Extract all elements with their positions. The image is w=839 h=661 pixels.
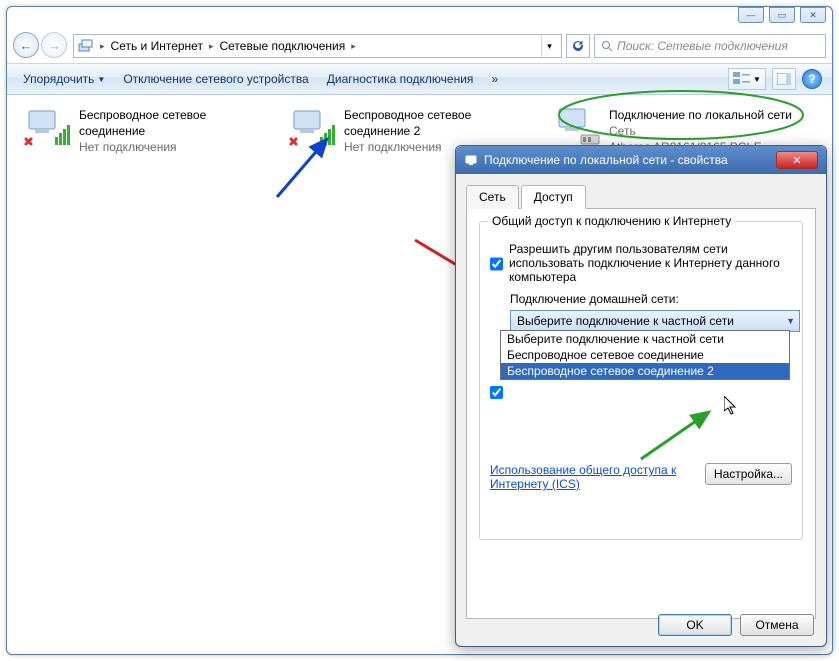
connection-item[interactable]: Беспроводное сетевое соединение Нет подк… (19, 103, 274, 176)
allow-sharing-label: Разрешить другим пользователям сети испо… (509, 242, 792, 284)
tab-sharing[interactable]: Доступ (521, 185, 586, 209)
sharing-group: Общий доступ к подключению к Интернету Р… (479, 221, 803, 540)
dialog-titlebar: Подключение по локальной сети - свойства… (456, 146, 826, 174)
forward-button[interactable]: → (41, 32, 67, 58)
minimize-button[interactable]: — (738, 7, 764, 23)
dialog-title: Подключение по локальной сети - свойства (484, 153, 728, 167)
chevron-down-icon: ▼ (786, 316, 795, 326)
settings-button[interactable]: Настройка... (705, 463, 792, 485)
nav-buttons: ← → (13, 32, 69, 60)
chevron-right-icon: ▸ (98, 41, 107, 52)
combo-dropdown: Выберите подключение к частной сети Бесп… (500, 330, 790, 380)
home-connection-combo[interactable]: Выберите подключение к частной сети ▼ (510, 310, 800, 332)
maximize-button[interactable]: ▭ (769, 7, 795, 23)
allow-sharing-checkbox[interactable] (490, 244, 503, 284)
combo-option[interactable]: Беспроводное сетевое соединение (501, 347, 789, 363)
allow-control-checkbox[interactable] (490, 386, 503, 399)
home-connection-label: Подключение домашней сети: (510, 292, 792, 306)
nav-bar: ← → ▸ Сеть и Интернет ▸ Сетевые подключе… (7, 29, 832, 63)
ics-help-link[interactable]: Использование общего доступа к Интернету… (490, 463, 690, 491)
tab-network[interactable]: Сеть (466, 185, 519, 209)
wifi-disconnected-icon (23, 107, 71, 147)
toolbar-overflow[interactable]: » (485, 68, 504, 90)
search-input[interactable]: Поиск: Сетевые подключения (594, 34, 826, 58)
refresh-button[interactable] (566, 34, 590, 58)
breadcrumb-dropdown[interactable]: ▾ (541, 35, 557, 57)
group-title: Общий доступ к подключению к Интернету (488, 214, 735, 228)
properties-dialog: Подключение по локальной сети - свойства… (455, 145, 827, 647)
connection-name: Беспроводное сетевое соединение 2 (344, 107, 535, 139)
network-icon (464, 153, 478, 167)
location-icon (78, 38, 94, 54)
dialog-close-button[interactable]: ✕ (776, 151, 818, 169)
diagnose-button[interactable]: Диагностика подключения (321, 68, 480, 90)
back-button[interactable]: ← (13, 32, 39, 58)
cancel-button[interactable]: Отмена (740, 614, 814, 636)
annotation-arrow-green (631, 404, 721, 464)
chevron-right-icon: ▸ (207, 41, 216, 52)
preview-pane-button[interactable] (772, 68, 796, 90)
chevron-right-icon: ▸ (349, 41, 358, 52)
help-button[interactable]: ? (802, 69, 822, 89)
breadcrumb[interactable]: ▸ Сеть и Интернет ▸ Сетевые подключения … (73, 34, 562, 58)
breadcrumb-seg[interactable]: Сеть и Интернет (111, 39, 203, 53)
combo-option[interactable]: Выберите подключение к частной сети (501, 331, 789, 347)
annotation-arrow-blue (267, 127, 347, 207)
cursor-icon (724, 396, 738, 416)
connection-status: Нет подключения (79, 139, 270, 155)
window-controls: — ▭ ✕ (738, 7, 826, 23)
breadcrumb-seg[interactable]: Сетевые подключения (219, 39, 345, 53)
tabs: Сеть Доступ (466, 184, 816, 209)
disable-device-button[interactable]: Отключение сетевого устройства (117, 68, 314, 90)
annotation-oval (557, 89, 805, 141)
organize-menu[interactable]: Упорядочить▼ (17, 68, 111, 90)
combo-option[interactable]: Беспроводное сетевое соединение 2 (501, 363, 789, 379)
ok-button[interactable]: OK (658, 614, 732, 636)
search-icon (601, 40, 613, 52)
close-button[interactable]: ✕ (800, 7, 826, 23)
connection-name: Беспроводное сетевое соединение (79, 107, 270, 139)
view-mode-button[interactable]: ▼ (728, 68, 766, 90)
